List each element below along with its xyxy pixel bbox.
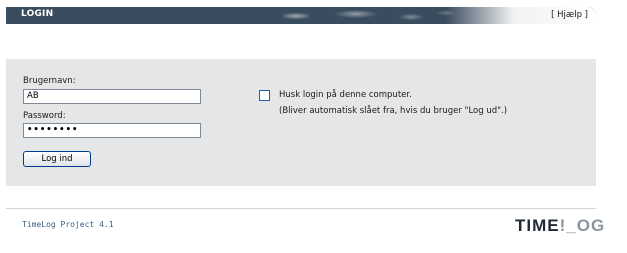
page-title: LOGIN: [21, 9, 54, 19]
login-panel: LOGIN [ Hjælp ] Brugernavn: AB Password:…: [6, 7, 604, 245]
login-button[interactable]: Log ind: [23, 151, 91, 167]
version-text: TimeLog Project 4.1: [22, 220, 114, 229]
header-bar: LOGIN [ Hjælp ]: [6, 7, 596, 24]
remember-me-checkbox[interactable]: [259, 90, 270, 101]
login-form: Brugernavn: AB Password: •••••••• Log in…: [6, 59, 596, 186]
username-input[interactable]: AB: [23, 89, 201, 104]
remember-me-label: Husk login på denne computer.: [279, 90, 412, 100]
header-decoration: [236, 7, 476, 24]
username-label: Brugernavn:: [23, 76, 76, 86]
remember-me-note: (Bliver automatisk slået fra, hvis du br…: [279, 106, 508, 116]
timelog-logo: TIME!_OG: [515, 216, 606, 235]
password-input[interactable]: ••••••••: [23, 123, 201, 138]
footer-divider: [6, 208, 596, 209]
password-label: Password:: [23, 111, 66, 121]
help-link[interactable]: [ Hjælp ]: [551, 10, 588, 20]
